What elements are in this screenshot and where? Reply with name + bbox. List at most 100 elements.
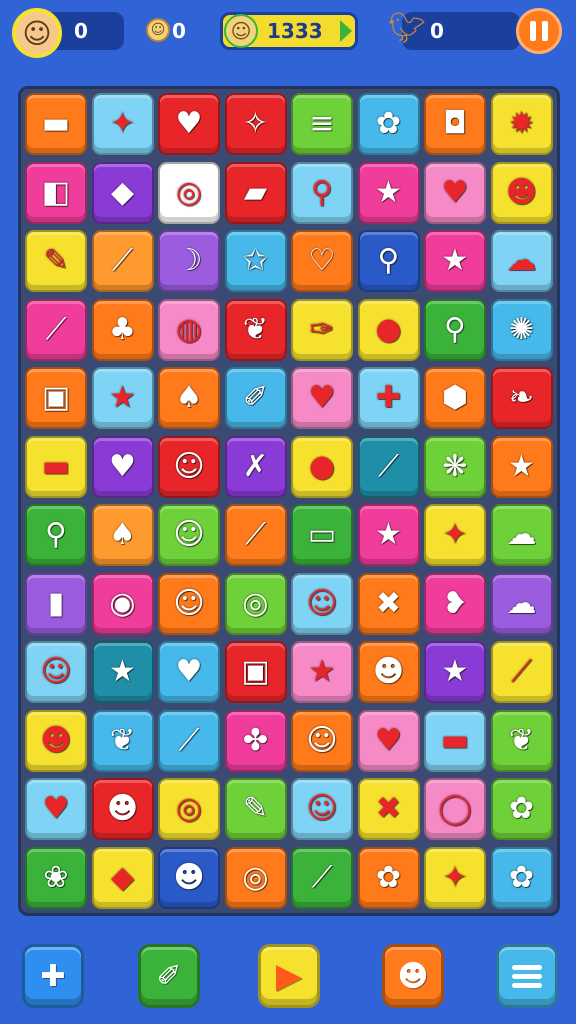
tile-r5-c7[interactable]: ⬢ <box>424 367 486 429</box>
tile-r1-c1[interactable]: ▬ <box>25 93 87 155</box>
tile-r9-c8[interactable]: ⟋ <box>490 641 553 703</box>
tile-r5-c2[interactable]: ★ <box>91 367 154 429</box>
tile-r10-c8[interactable]: ❦ <box>490 709 553 772</box>
menu-button[interactable] <box>496 944 558 1008</box>
tile-r3-c4[interactable]: ✩ <box>224 230 287 292</box>
tile-r12-c5[interactable]: ⟋ <box>291 846 353 909</box>
tile-r4-c7[interactable]: ⚲ <box>424 298 486 361</box>
tile-r1-c7[interactable]: ◘ <box>424 93 486 155</box>
tile-r6-c4[interactable]: ✗ <box>224 435 287 498</box>
tile-r5-c1[interactable]: ▣ <box>25 367 87 429</box>
tile-r4-c4[interactable]: ❦ <box>224 298 287 361</box>
tile-r6-c6[interactable]: ⟋ <box>357 435 420 498</box>
tile-r9-c4[interactable]: ▣ <box>224 641 287 703</box>
tile-r8-c7[interactable]: ❥ <box>424 572 486 635</box>
tile-r5-c8[interactable]: ❧ <box>490 367 553 429</box>
tile-r1-c2[interactable]: ✦ <box>91 93 154 155</box>
tile-r6-c8[interactable]: ★ <box>490 435 553 498</box>
tile-r9-c3[interactable]: ♥ <box>158 641 220 703</box>
tile-r10-c2[interactable]: ❦ <box>91 709 154 772</box>
shop-button[interactable]: ☻ <box>382 944 444 1008</box>
tile-r11-c5[interactable]: ☺ <box>291 778 353 840</box>
tile-r8-c3[interactable]: ☺ <box>158 572 220 635</box>
tile-r11-c2[interactable]: ☻ <box>91 778 154 840</box>
tile-r10-c1[interactable]: ☻ <box>25 709 87 772</box>
tile-r6-c2[interactable]: ♥ <box>91 435 154 498</box>
tile-r3-c8[interactable]: ☁ <box>490 230 553 292</box>
tile-r7-c8[interactable]: ☁ <box>490 504 553 566</box>
tile-r12-c6[interactable]: ✿ <box>357 846 420 909</box>
boy-face-icon[interactable]: ☺ <box>12 8 62 58</box>
tile-r9-c2[interactable]: ★ <box>91 641 154 703</box>
tile-r2-c2[interactable]: ◆ <box>91 161 154 224</box>
tile-r5-c4[interactable]: ✐ <box>224 367 287 429</box>
tile-r12-c8[interactable]: ✿ <box>490 846 553 909</box>
tile-r3-c3[interactable]: ☽ <box>158 230 220 292</box>
tile-r8-c2[interactable]: ◉ <box>91 572 154 635</box>
tile-r5-c3[interactable]: ♠ <box>158 367 220 429</box>
tile-r2-c5[interactable]: ⚲ <box>291 161 353 224</box>
tile-r4-c2[interactable]: ♣ <box>91 298 154 361</box>
tile-r1-c8[interactable]: ✹ <box>490 93 553 155</box>
tile-r3-c1[interactable]: ✎ <box>25 230 87 292</box>
tile-r11-c8[interactable]: ✿ <box>490 778 553 840</box>
tile-r10-c5[interactable]: ☺ <box>291 709 353 772</box>
tile-r3-c2[interactable]: ⟋ <box>91 230 154 292</box>
tile-r11-c4[interactable]: ✎ <box>224 778 287 840</box>
tile-r4-c5[interactable]: ✑ <box>291 298 353 361</box>
tile-r2-c7[interactable]: ♥ <box>424 161 486 224</box>
tile-r3-c6[interactable]: ⚲ <box>357 230 420 292</box>
tile-r7-c2[interactable]: ♠ <box>91 504 154 566</box>
tile-r3-c7[interactable]: ★ <box>424 230 486 292</box>
tile-r7-c4[interactable]: ⟋ <box>224 504 287 566</box>
tile-r2-c3[interactable]: ◎ <box>158 161 220 224</box>
paint-button[interactable]: ✐ <box>138 944 200 1008</box>
tile-r11-c3[interactable]: ◎ <box>158 778 220 840</box>
tile-r6-c7[interactable]: ❋ <box>424 435 486 498</box>
tile-r12-c1[interactable]: ❀ <box>25 846 87 909</box>
tile-r10-c4[interactable]: ✤ <box>224 709 287 772</box>
tile-r6-c3[interactable]: ☺ <box>158 435 220 498</box>
tile-r11-c1[interactable]: ♥ <box>25 778 87 840</box>
tile-r11-c6[interactable]: ✖ <box>357 778 420 840</box>
puzzle-button[interactable]: ✚ <box>22 944 84 1008</box>
tile-r1-c6[interactable]: ✿ <box>357 93 420 155</box>
tile-r10-c6[interactable]: ♥ <box>357 709 420 772</box>
tile-r1-c4[interactable]: ✧ <box>224 93 287 155</box>
tile-r8-c8[interactable]: ☁ <box>490 572 553 635</box>
tile-r5-c5[interactable]: ♥ <box>291 367 353 429</box>
tile-r2-c4[interactable]: ▰ <box>224 161 287 224</box>
tile-r9-c5[interactable]: ★ <box>291 641 353 703</box>
tile-r8-c6[interactable]: ✖ <box>357 572 420 635</box>
tile-r4-c3[interactable]: ◍ <box>158 298 220 361</box>
tile-r7-c7[interactable]: ✦ <box>424 504 486 566</box>
tile-r4-c1[interactable]: ⟋ <box>25 298 87 361</box>
tile-r5-c6[interactable]: ✚ <box>357 367 420 429</box>
pause-button[interactable] <box>516 8 562 54</box>
tile-r9-c1[interactable]: ☺ <box>25 641 87 703</box>
tile-r6-c1[interactable]: ▬ <box>25 435 87 498</box>
play-button[interactable]: ▶ <box>258 944 320 1008</box>
tile-r1-c3[interactable]: ♥ <box>158 93 220 155</box>
tile-r10-c3[interactable]: ⟋ <box>158 709 220 772</box>
tile-r3-c5[interactable]: ♡ <box>291 230 353 292</box>
tile-r4-c8[interactable]: ✺ <box>490 298 553 361</box>
tile-r9-c7[interactable]: ★ <box>424 641 486 703</box>
tile-r8-c4[interactable]: ◎ <box>224 572 287 635</box>
tile-r7-c1[interactable]: ⚲ <box>25 504 87 566</box>
tile-r7-c5[interactable]: ▭ <box>291 504 353 566</box>
tile-r1-c5[interactable]: ≡ <box>291 93 353 155</box>
tile-r2-c6[interactable]: ★ <box>357 161 420 224</box>
tile-r2-c1[interactable]: ◧ <box>25 161 87 224</box>
tile-r11-c7[interactable]: ◯ <box>424 778 486 840</box>
tile-r9-c6[interactable]: ☻ <box>357 641 420 703</box>
tile-r7-c3[interactable]: ☺ <box>158 504 220 566</box>
tile-r12-c4[interactable]: ◎ <box>224 846 287 909</box>
tile-r6-c5[interactable]: ● <box>291 435 353 498</box>
tile-r4-c6[interactable]: ● <box>357 298 420 361</box>
tile-r8-c1[interactable]: ▮ <box>25 572 87 635</box>
tile-r12-c3[interactable]: ☻ <box>158 846 220 909</box>
tile-r12-c2[interactable]: ◆ <box>91 846 154 909</box>
tile-r8-c5[interactable]: ☺ <box>291 572 353 635</box>
tile-r10-c7[interactable]: ▬ <box>424 709 486 772</box>
